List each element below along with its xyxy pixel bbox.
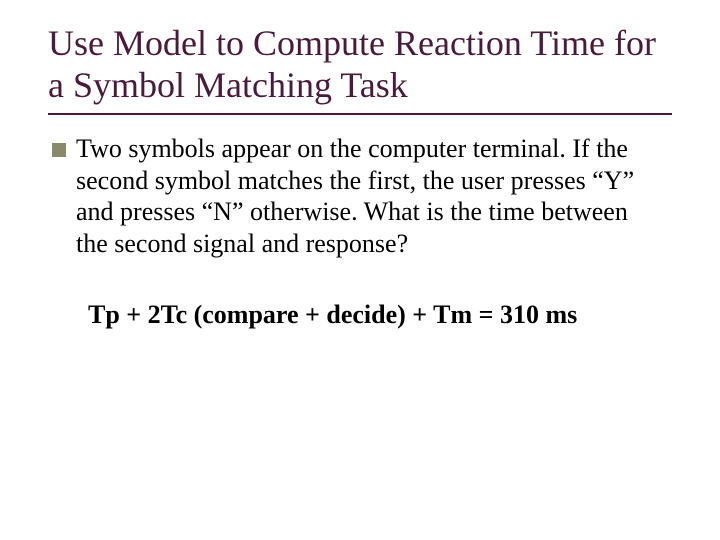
square-bullet-icon <box>52 143 66 157</box>
bullet-text: Two symbols appear on the computer termi… <box>76 133 664 260</box>
slide: Use Model to Compute Reaction Time for a… <box>0 0 720 540</box>
slide-title: Use Model to Compute Reaction Time for a… <box>48 22 672 107</box>
title-underline <box>48 113 672 115</box>
bullet-item: Two symbols appear on the computer termi… <box>52 133 664 260</box>
formula-text: Tp + 2Tc (compare + decide) + Tm = 310 m… <box>88 300 672 330</box>
